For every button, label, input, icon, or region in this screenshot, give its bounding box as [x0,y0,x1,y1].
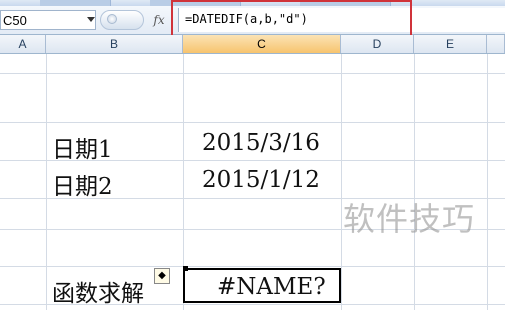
formula-text: =DATEDIF(a,b,"d") [185,12,308,26]
column-header-a[interactable]: A [0,35,46,53]
fill-handle[interactable] [183,266,188,271]
cell-c-date2-value[interactable]: 2015/1/12 [202,167,320,193]
insert-function-button[interactable]: fx [148,11,170,29]
selected-cell-c-result[interactable]: #NAME? [183,268,341,303]
gridline [414,54,415,310]
gridline [487,54,488,310]
watermark-text: 软件技巧 [343,200,476,238]
worksheet-grid[interactable]: 日期1 2015/3/16 日期2 2015/1/12 函数求解 #NAME? … [0,54,505,310]
splitter-handle-icon[interactable] [107,14,117,24]
formula-bar: C50 fx =DATEDIF(a,b,"d") [0,6,505,35]
gridline [46,54,47,310]
chevron-down-icon[interactable] [87,17,95,22]
formula-input[interactable]: =DATEDIF(a,b,"d") [178,8,505,32]
column-header-f[interactable] [487,35,505,53]
cell-b-date2-label[interactable]: 日期2 [52,167,113,201]
gridline [0,266,505,267]
cell-c-date1-value[interactable]: 2015/3/16 [202,130,320,156]
column-header-d[interactable]: D [341,35,414,53]
name-box-value: C50 [3,13,27,28]
gridline [0,73,505,74]
column-header-b[interactable]: B [46,35,183,53]
column-header-c[interactable]: C [183,35,341,53]
cell-c-result-value: #NAME? [217,274,326,300]
column-header-row: A B C D E [0,35,505,54]
column-header-e[interactable]: E [414,35,487,53]
cell-b-result-label[interactable]: 函数求解 [52,274,144,308]
name-box[interactable]: C50 [0,10,96,30]
gridline [0,122,505,123]
gridline [341,54,342,310]
error-warning-icon[interactable]: ◆ [154,268,170,284]
cell-b-date1-label[interactable]: 日期1 [52,130,113,164]
formula-bar-splitter[interactable] [100,10,144,30]
